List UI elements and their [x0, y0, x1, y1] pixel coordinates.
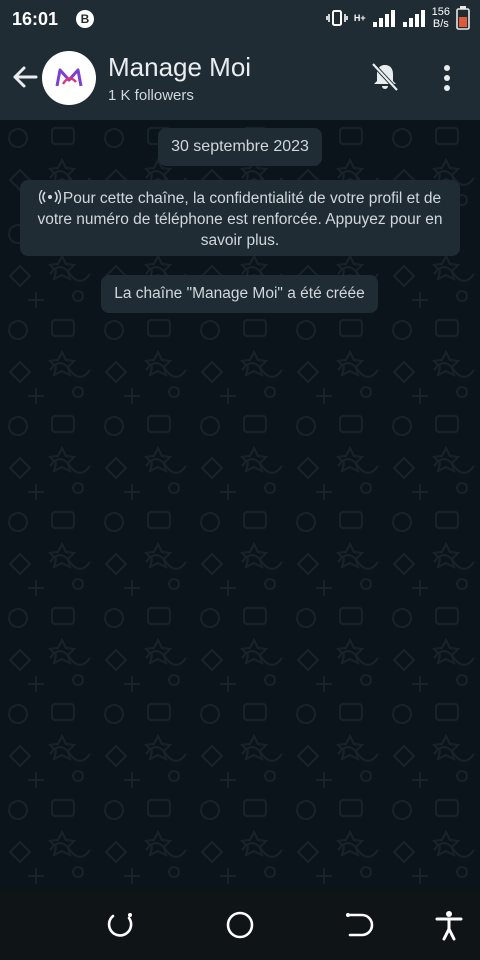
status-indicators: H+ 156 B/s	[326, 6, 470, 30]
channel-avatar[interactable]	[42, 51, 96, 105]
arrow-left-icon[interactable]	[10, 62, 40, 92]
vibrate-icon	[326, 10, 348, 26]
status-bar: 16:01 B H+ 156 B/s	[0, 0, 480, 40]
recents-icon[interactable]	[103, 908, 137, 942]
bell-off-icon[interactable]	[368, 60, 402, 94]
channel-created-notice: La chaîne "Manage Moi" a été créée	[101, 275, 378, 313]
network-type-label: H+	[353, 13, 366, 23]
channel-logo-icon	[55, 68, 83, 87]
privacy-notice[interactable]: Pour cette chaîne, la confidentialité de…	[20, 180, 460, 256]
more-vert-icon[interactable]	[436, 62, 458, 94]
network-speed-unit: B/s	[432, 18, 449, 30]
chat-header: Manage Moi 1 K followers	[0, 40, 480, 120]
broadcast-icon	[38, 189, 62, 205]
home-icon[interactable]	[223, 908, 257, 942]
privacy-notice-text: Pour cette chaîne, la confidentialité de…	[37, 190, 443, 249]
battery-icon	[456, 6, 470, 30]
system-nav-bar	[0, 890, 480, 960]
signal-icon-2	[402, 10, 425, 27]
back-icon[interactable]	[342, 908, 376, 942]
network-speed-value: 156	[431, 6, 450, 18]
signal-icon	[372, 10, 395, 27]
followers-count[interactable]: 1 K followers	[108, 87, 194, 104]
chat-area[interactable]: 30 septembre 2023 Pour cette chaîne, la …	[0, 120, 480, 890]
channel-title[interactable]: Manage Moi	[108, 52, 251, 83]
network-speed: 156 B/s	[432, 6, 450, 30]
status-time: 16:01	[12, 9, 59, 29]
accessibility-icon[interactable]	[432, 908, 466, 942]
notification-b-badge: B	[76, 10, 94, 28]
date-divider: 30 septembre 2023	[158, 128, 322, 166]
